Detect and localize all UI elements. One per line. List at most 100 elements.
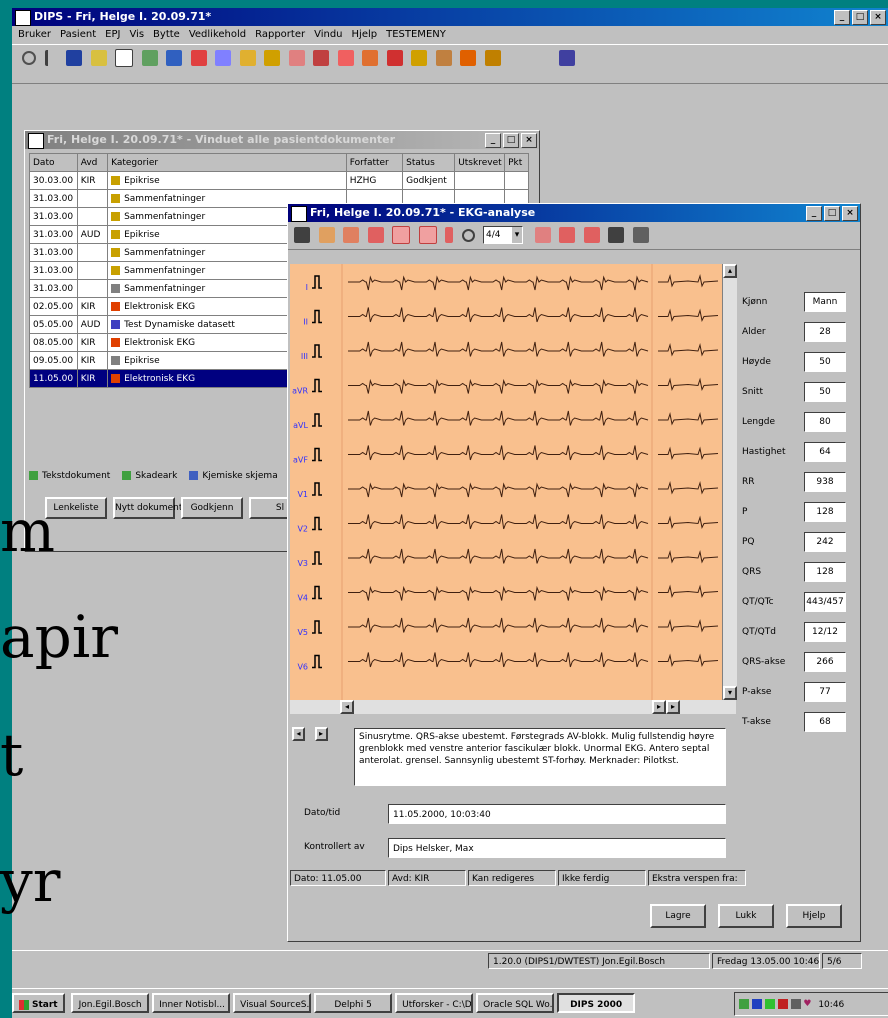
scroll-right-end-button[interactable]: ▸ [666,700,680,714]
menu-item-vindu[interactable]: Vindu [314,29,342,40]
param-value[interactable]: 28 [804,322,846,342]
param-value[interactable]: 68 [804,712,846,732]
calendar-icon[interactable] [460,50,476,66]
column-header[interactable]: Forfatter [345,153,404,172]
trash-icon[interactable] [632,227,649,243]
taskbar-item[interactable]: Visual SourceS... [233,993,312,1013]
menu-item-vedlikehold[interactable]: Vedlikehold [189,29,246,40]
taskbar-item[interactable]: DIPS 2000 [557,993,636,1013]
doclist-button-2[interactable]: Godkjenn [181,497,243,519]
param-value[interactable]: 50 [804,382,846,402]
measure-icon[interactable] [534,227,551,243]
doclist-minimize-button[interactable]: _ [485,133,501,148]
menu-item-rapporter[interactable]: Rapporter [255,29,305,40]
param-value[interactable]: 443/457 [804,592,846,612]
medication-icon[interactable] [337,50,354,66]
next-arrow-button[interactable]: ▸ [314,727,328,741]
filter-icon[interactable] [583,227,600,243]
vitals-icon[interactable] [362,50,378,66]
monitor-icon[interactable] [751,999,762,1009]
scroll-left-button[interactable]: ◂ [340,700,354,714]
compare-left-icon[interactable] [392,226,410,244]
book-icon[interactable] [66,50,82,66]
ekg-close-button[interactable]: × [842,206,858,221]
tree-icon[interactable] [44,50,58,66]
lukk-button[interactable]: Lukk [718,904,774,928]
doclist-maximize-button[interactable]: □ [503,133,519,148]
speaker-icon[interactable] [790,999,801,1009]
tab-2[interactable]: Kjemiske skjema [189,471,278,481]
magnify-icon[interactable] [215,50,231,66]
column-header[interactable]: Avd [76,153,109,172]
lab-icon[interactable] [288,50,305,66]
menu-item-epj[interactable]: EPJ [105,29,120,40]
tab-1[interactable]: Skadeark [122,471,177,481]
minimize-button[interactable]: _ [834,10,850,25]
report-view-icon[interactable] [608,227,624,243]
chart-icon[interactable] [166,50,182,66]
lead-remove-icon[interactable] [343,227,359,243]
orders-icon[interactable] [484,50,501,66]
interpretation-text[interactable]: Sinusrytme. QRS-akse ubestemt. Førstegra… [354,728,726,786]
document-icon[interactable] [115,49,133,67]
scroll-right-button[interactable]: ▸ [652,700,666,714]
param-value[interactable]: 242 [804,532,846,552]
param-value[interactable]: 80 [804,412,846,432]
antivirus-icon[interactable] [764,999,775,1009]
marker-icon[interactable] [559,227,575,243]
ekg-plot[interactable]: I II III aVR aVL aVF V1 V2 V3 V4 V5 V6 [290,264,722,700]
folder-icon[interactable] [90,50,107,66]
doclist-button-1[interactable]: Nytt dokument [113,497,182,519]
verified-field[interactable]: Dips Helsker, Max [388,838,726,858]
param-value[interactable]: 50 [804,352,846,372]
lead-add-icon[interactable] [318,227,335,243]
compare-right-icon[interactable] [418,226,437,244]
doclist-close-button[interactable]: × [521,133,537,148]
pointer-icon[interactable] [445,227,453,243]
report-icon[interactable] [411,50,427,66]
start-button[interactable]: Start [12,993,65,1013]
param-value[interactable]: Mann [804,292,846,312]
zoom-select[interactable]: 4/4 ▾ [483,226,523,244]
ekg-vscroll[interactable]: ▴ ▾ [722,264,737,700]
taskbar-item[interactable]: Utforsker - C:\D... [395,993,474,1013]
menu-item-vis[interactable]: Vis [129,29,144,40]
ekg-hscroll[interactable]: ◂ ▸ ▸ [290,700,736,714]
param-value[interactable]: 266 [804,652,846,672]
column-header[interactable]: Pkt [504,153,529,172]
menu-item-pasient[interactable]: Pasient [60,29,96,40]
edit-icon[interactable] [141,50,158,66]
hjelp-button[interactable]: Hjelp [786,904,842,928]
prev-arrow-button[interactable]: ◂ [292,727,305,741]
maximize-button[interactable]: □ [852,10,868,25]
lagre-button[interactable]: Lagre [650,904,706,928]
patients-icon[interactable] [190,50,207,66]
scroll-down-button[interactable]: ▾ [723,686,737,700]
column-header[interactable]: Kategorier [107,153,347,172]
param-value[interactable]: 77 [804,682,846,702]
network-icon[interactable] [739,999,749,1009]
users-icon[interactable] [559,50,575,66]
param-value[interactable]: 64 [804,442,846,462]
tab-0[interactable]: Tekstdokument [29,471,110,481]
menu-item-hjelp[interactable]: Hjelp [352,29,378,40]
close-button[interactable]: × [870,10,886,25]
notes-icon[interactable] [264,50,280,66]
menu-item-bruker[interactable]: Bruker [18,29,51,40]
ekg-icon[interactable] [386,50,403,66]
param-value[interactable]: 128 [804,502,846,522]
zoom-icon[interactable] [461,228,475,242]
param-value[interactable]: 128 [804,562,846,582]
security-icon[interactable] [777,999,788,1009]
open-icon[interactable] [239,50,256,66]
param-value[interactable]: 12/12 [804,622,846,642]
taskbar-item[interactable]: Oracle SQL Wo... [476,993,555,1013]
lead-split-icon[interactable] [367,227,384,243]
print-icon[interactable] [294,227,310,243]
ekg-maximize-button[interactable]: □ [824,206,840,221]
heart-icon[interactable]: ♥ [803,999,811,1009]
column-header[interactable]: Status [402,153,456,172]
taskbar-item[interactable]: Inner Notisbl... [152,993,231,1013]
column-header[interactable]: Utskrevet [454,153,506,172]
ekg-minimize-button[interactable]: _ [806,206,822,221]
